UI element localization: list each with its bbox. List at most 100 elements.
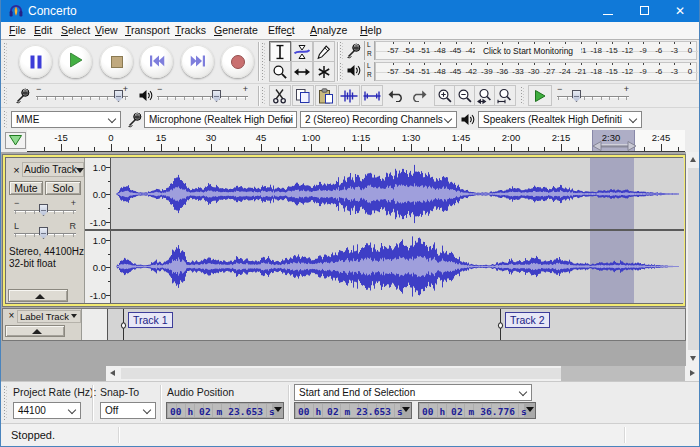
pinned-playhead-button[interactable] xyxy=(5,132,26,149)
gain-slider-thumb[interactable] xyxy=(39,204,48,216)
label-track[interactable]: ×Label Track Track 1 Track 2 xyxy=(2,308,686,341)
vertical-scrollbar[interactable] xyxy=(686,152,700,366)
recording-meter-mic-icon[interactable] xyxy=(346,42,361,59)
scroll-left-icon[interactable] xyxy=(106,366,120,381)
zoom-fit-button[interactable] xyxy=(494,85,516,106)
meter-scale-value: -51 xyxy=(419,67,431,76)
collapse-track-button[interactable] xyxy=(8,289,68,302)
snap-to-select[interactable]: Off xyxy=(100,402,156,419)
zoom-selection-button[interactable] xyxy=(474,85,496,106)
transport-skip-to-end-button[interactable] xyxy=(181,45,214,78)
ruler-label: -15 xyxy=(54,132,68,143)
ruler-label: 0 xyxy=(108,132,113,143)
menu-analyze[interactable]: Analyze xyxy=(310,22,347,39)
menu-edit[interactable]: Edit xyxy=(34,22,52,39)
pan-slider[interactable]: LR xyxy=(12,222,78,242)
vertical-scroll-thumb[interactable] xyxy=(688,168,699,350)
recording-volume-slider-thumb[interactable] xyxy=(114,90,123,102)
pause-icon xyxy=(30,55,41,68)
label-text[interactable]: Track 1 xyxy=(128,312,173,328)
undo-button[interactable] xyxy=(385,85,407,106)
multi-tool-button[interactable] xyxy=(313,61,335,82)
selection-start-field[interactable]: 00 h 02 m 23.653 s xyxy=(294,402,412,419)
zoom-out-button[interactable] xyxy=(454,85,476,106)
selection-end-field[interactable]: 00 h 02 m 36.776 s xyxy=(418,402,536,419)
selection-mode-select[interactable]: Start and End of Selection xyxy=(294,384,532,401)
audio-host-select[interactable]: MME xyxy=(11,111,121,128)
label-track-title[interactable]: Label Track xyxy=(20,311,69,322)
playback-volume-slider-max-label: + xyxy=(243,85,248,93)
play-speed-slider-thumb[interactable] xyxy=(572,90,581,102)
recording-meter-l-label: L xyxy=(367,42,371,48)
menu-view[interactable]: View xyxy=(95,22,118,39)
track-title[interactable]: Audio Track xyxy=(24,164,77,175)
recording-meter[interactable]: -57-54-51-48-45-42-39-36-33-30-27-24-21-… xyxy=(375,41,697,60)
recording-device-select[interactable]: Microphone (Realtek High Defini xyxy=(144,111,297,128)
project-rate-select-value: 44100 xyxy=(18,405,46,416)
scroll-right-icon[interactable] xyxy=(685,366,699,381)
collapse-arrow-icon xyxy=(35,294,45,299)
envelope-tool-button[interactable] xyxy=(291,41,313,62)
play-speed-slider[interactable]: −+ xyxy=(555,85,631,105)
scroll-up-icon[interactable] xyxy=(686,152,700,167)
transport-skip-to-start-button[interactable] xyxy=(140,45,173,78)
meter-scale-value: -18 xyxy=(590,46,602,55)
paste-button[interactable] xyxy=(315,85,337,106)
project-rate-select[interactable]: 44100 xyxy=(13,402,81,419)
playback-volume-slider-thumb[interactable] xyxy=(212,90,221,102)
close-button[interactable]: ✕ xyxy=(663,0,697,22)
zoom-tool-button[interactable] xyxy=(269,61,291,82)
selection-tool-button[interactable] xyxy=(269,41,291,62)
mixer-mic-icon xyxy=(15,87,30,104)
horizontal-scrollbar[interactable] xyxy=(106,366,700,381)
skip-to-start-icon xyxy=(149,53,164,71)
collapse-label-track-button[interactable] xyxy=(5,325,65,337)
trim-audio-button[interactable] xyxy=(338,85,360,106)
menu-help[interactable]: Help xyxy=(360,22,382,39)
copy-button[interactable] xyxy=(292,85,314,106)
audio-position-field[interactable]: 00 h 02 m 23.653 s xyxy=(166,402,284,419)
silence-audio-button[interactable] xyxy=(361,85,383,106)
audio-host-select-value: MME xyxy=(16,114,39,125)
redo-button[interactable] xyxy=(408,85,430,106)
solo-button[interactable]: Solo xyxy=(45,181,81,195)
mixer-speaker-icon xyxy=(138,88,153,103)
playback-meter-speaker-icon[interactable] xyxy=(346,63,361,78)
pan-slider-thumb[interactable] xyxy=(39,227,48,239)
cut-button[interactable] xyxy=(269,85,291,106)
zoom-in-button[interactable] xyxy=(434,85,456,106)
menu-tracks[interactable]: Tracks xyxy=(175,22,206,39)
collapse-arrow-icon xyxy=(32,329,42,334)
timeline-ruler[interactable]: -1501530451:001:151:301:452:002:152:302:… xyxy=(27,130,685,152)
transport-play-button[interactable] xyxy=(59,45,92,78)
menu-transport[interactable]: Transport xyxy=(125,22,170,39)
gain-slider[interactable]: −+ xyxy=(12,199,78,219)
monitoring-hint-text[interactable]: Click to Start Monitoring xyxy=(475,45,581,58)
label-track-close-button[interactable]: × xyxy=(6,311,17,322)
transport-pause-button[interactable] xyxy=(19,45,52,78)
play-at-speed-button[interactable] xyxy=(528,85,552,106)
transport-stop-button[interactable] xyxy=(100,45,133,78)
snap-to-select-value: Off xyxy=(105,405,118,416)
playback-volume-slider[interactable]: −+ xyxy=(155,85,250,105)
label-text[interactable]: Track 2 xyxy=(505,312,550,328)
maximize-button[interactable] xyxy=(627,0,661,22)
mute-button[interactable]: Mute xyxy=(9,181,43,195)
recording-volume-slider[interactable]: −+ xyxy=(34,85,130,105)
playback-meter[interactable]: -57-54-51-48-45-42-39-36-33-30-27-24-21-… xyxy=(375,62,697,81)
menu-file[interactable]: File xyxy=(9,22,26,39)
scroll-down-icon[interactable] xyxy=(686,351,700,366)
recording-channels-select[interactable]: 2 (Stereo) Recording Channels xyxy=(300,111,457,128)
menu-effect[interactable]: Effect xyxy=(268,22,295,39)
time-shift-tool-button[interactable] xyxy=(291,61,313,82)
horizontal-scroll-thumb[interactable] xyxy=(121,368,561,379)
minimize-button[interactable] xyxy=(591,0,625,22)
audio-track[interactable]: ×Audio TrackMuteSolo−+LRStereo, 44100Hz3… xyxy=(2,154,686,307)
time-dropdown-arrow-icon xyxy=(526,407,534,412)
transport-record-button[interactable] xyxy=(221,45,254,78)
playback-device-select[interactable]: Speakers (Realtek High Definiti xyxy=(478,111,642,128)
menu-generate[interactable]: Generate xyxy=(214,22,258,39)
menu-select[interactable]: Select xyxy=(61,22,90,39)
meter-scale-value: 0 xyxy=(688,46,692,55)
draw-tool-button[interactable] xyxy=(313,41,335,62)
